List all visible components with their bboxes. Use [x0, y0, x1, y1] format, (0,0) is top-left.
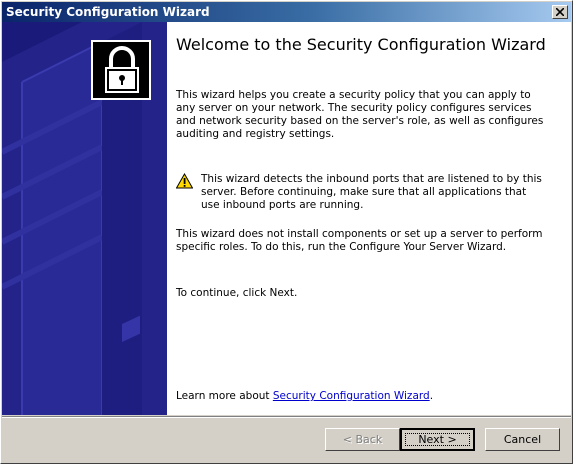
warning-text: This wizard detects the inbound ports th… — [201, 173, 542, 211]
button-divider — [2, 416, 571, 418]
learn-more-suffix: . — [429, 390, 434, 402]
cancel-button[interactable]: Cancel — [485, 428, 560, 451]
title-bar[interactable]: Security Configuration Wizard — [2, 2, 571, 22]
window-title: Security Configuration Wizard — [6, 5, 210, 19]
back-button[interactable]: < Back — [325, 428, 400, 451]
banner-icon-box — [91, 40, 151, 100]
learn-more: Learn more about Security Configuration … — [176, 390, 433, 403]
page-title: Welcome to the Security Configuration Wi… — [176, 35, 546, 54]
close-button[interactable] — [552, 5, 568, 19]
wizard-main-panel: Welcome to the Security Configuration Wi… — [176, 22, 556, 415]
continue-instruction: To continue, click Next. — [176, 287, 298, 299]
padlock-icon — [105, 46, 139, 93]
info-paragraph: This wizard does not install components … — [176, 228, 543, 253]
wizard-window: Security Configuration Wizard Welcome to… — [0, 0, 573, 464]
learn-more-link[interactable]: Security Configuration Wizard — [273, 390, 430, 402]
warning-icon — [176, 173, 193, 189]
intro-paragraph: This wizard helps you create a security … — [176, 89, 544, 140]
wizard-banner — [2, 22, 167, 415]
close-icon — [556, 8, 564, 16]
focus-rectangle — [405, 433, 470, 446]
learn-more-prefix: Learn more about — [176, 390, 273, 402]
wizard-content: Welcome to the Security Configuration Wi… — [2, 22, 571, 415]
next-button[interactable]: Next > — [400, 428, 475, 451]
